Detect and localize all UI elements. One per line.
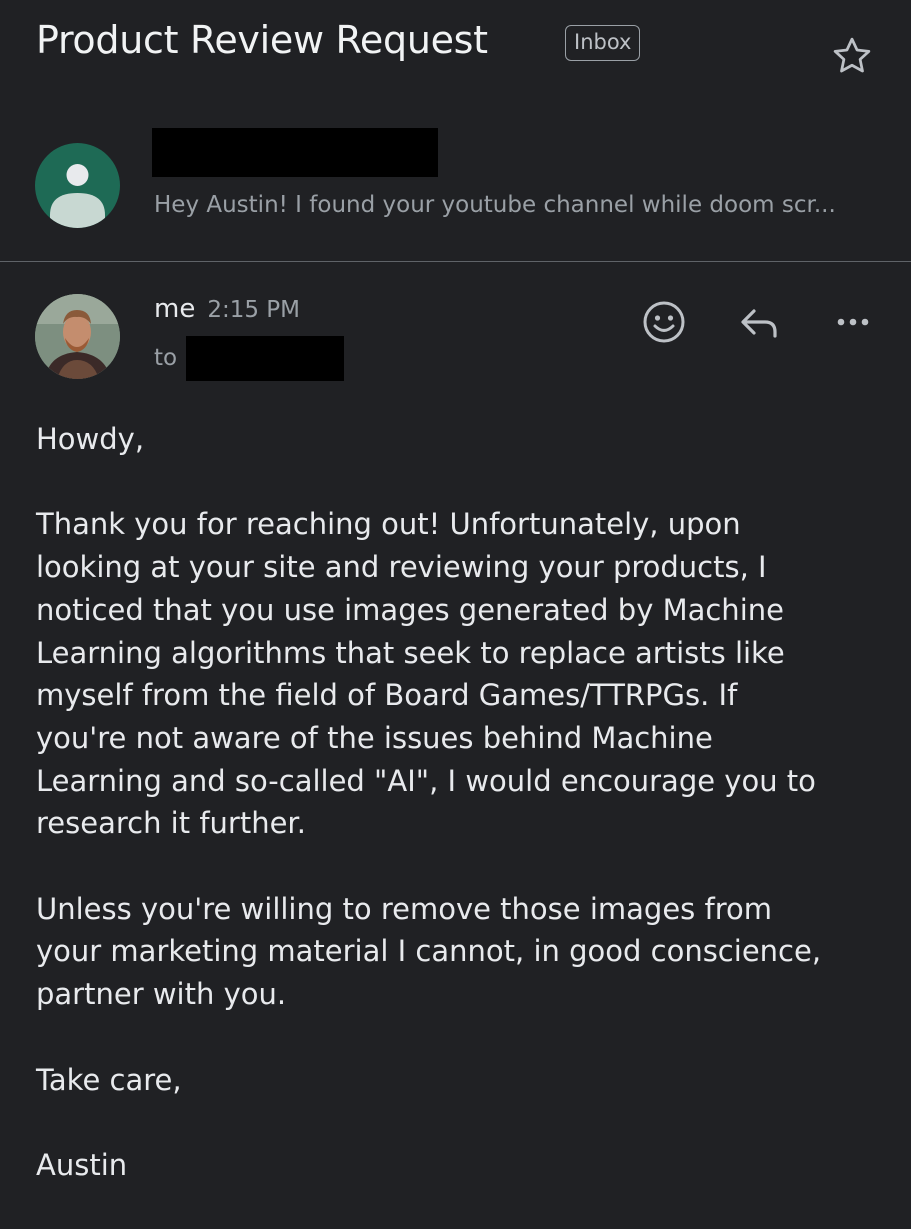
sender-name: me <box>154 294 196 324</box>
body-paragraph-2: Unless you're willing to remove those im… <box>36 888 896 1016</box>
body-line: noticed that you use images generated by… <box>36 592 784 627</box>
sender-avatar[interactable] <box>35 143 120 228</box>
star-icon[interactable] <box>830 34 874 78</box>
body-line: Learning and so-called "AI", I would enc… <box>36 763 816 798</box>
recipient-toggle[interactable]: to <box>154 345 177 371</box>
smiley-icon[interactable] <box>640 298 688 346</box>
message-time: 2:15 PM <box>207 297 301 323</box>
body-paragraph-1: Thank you for reaching out! Unfortunatel… <box>36 503 896 845</box>
person-icon <box>50 164 105 228</box>
body-line: research it further. <box>36 806 306 841</box>
inbox-label-chip[interactable]: Inbox <box>565 25 641 61</box>
body-line: partner with you. <box>36 977 287 1012</box>
greeting: Howdy, <box>36 422 145 456</box>
body-line: Unless you're willing to remove those im… <box>36 891 772 926</box>
closing: Take care, <box>36 1062 182 1097</box>
redacted-sender-name <box>152 128 438 177</box>
redacted-recipient <box>186 336 344 381</box>
body-line: Learning algorithms that seek to replace… <box>36 635 785 670</box>
message-snippet[interactable]: Hey Austin! I found your youtube channel… <box>154 192 836 218</box>
divider <box>0 261 911 262</box>
reply-icon[interactable] <box>735 298 783 346</box>
body-line: myself from the field of Board Games/TTR… <box>36 678 738 713</box>
sender-line: me 2:15 PM <box>154 294 300 324</box>
body-line: your marketing material I cannot, in goo… <box>36 934 822 969</box>
more-horizontal-icon[interactable] <box>829 298 877 346</box>
my-avatar-photo[interactable] <box>35 294 120 379</box>
profile-photo <box>35 294 120 379</box>
body-line: Thank you for reaching out! Unfortunatel… <box>36 507 741 542</box>
body-line: you're not aware of the issues behind Ma… <box>36 720 713 755</box>
message-body: Howdy, Thank you for reaching out! Unfor… <box>36 418 896 1229</box>
body-line: looking at your site and reviewing your … <box>36 550 767 585</box>
signature: Austin <box>36 1147 128 1182</box>
email-subject: Product Review Request <box>36 18 488 62</box>
